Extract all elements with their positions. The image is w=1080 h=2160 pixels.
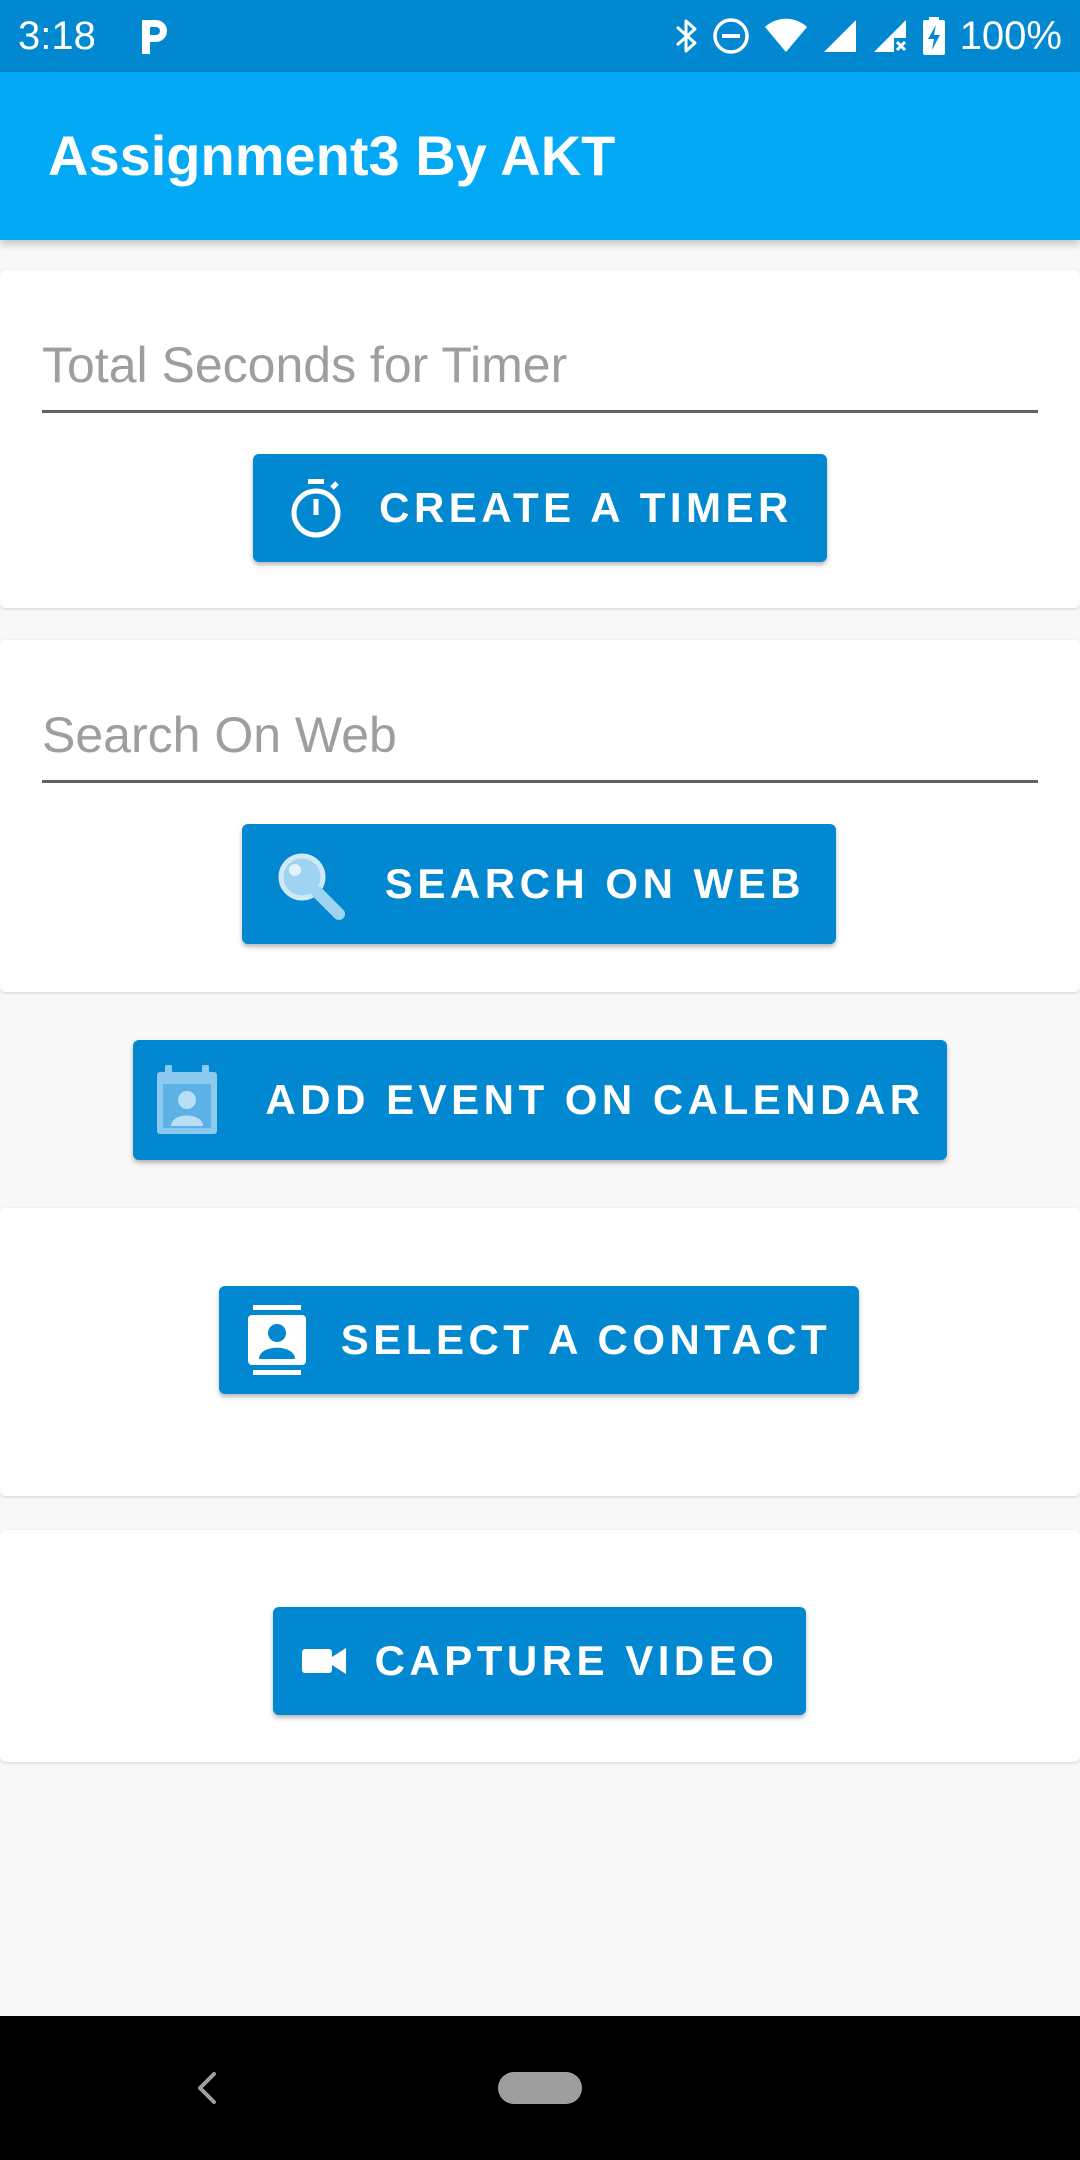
capture-video-label: CAPTURE VIDEO [374, 1637, 779, 1684]
home-button[interactable] [498, 2072, 582, 2104]
calendar-contact-icon [155, 1064, 219, 1136]
status-time: 3:18 [18, 14, 96, 58]
do-not-disturb-icon [712, 17, 750, 55]
capture-video-button[interactable]: CAPTURE VIDEO [273, 1607, 806, 1715]
signal-no-data-icon [872, 18, 908, 54]
app-title: Assignment3 By AKT [48, 124, 616, 187]
add-calendar-event-label: ADD EVENT ON CALENDAR [265, 1076, 925, 1123]
bluetooth-icon [674, 16, 698, 56]
search-web-button[interactable]: SEARCH ON WEB [242, 824, 836, 944]
select-contact-button[interactable]: SELECT A CONTACT [219, 1286, 859, 1394]
search-icon [273, 848, 345, 920]
create-timer-label: CREATE A TIMER [379, 484, 793, 531]
timer-seconds-input[interactable] [42, 320, 1038, 413]
select-contact-label: SELECT A CONTACT [340, 1316, 832, 1363]
stopwatch-icon [287, 477, 345, 539]
navigation-bar [0, 2016, 1080, 2160]
video-camera-icon [301, 1646, 347, 1676]
parking-icon [138, 16, 172, 56]
create-timer-button[interactable]: CREATE A TIMER [253, 454, 827, 562]
search-web-label: SEARCH ON WEB [384, 860, 806, 907]
back-icon[interactable] [190, 2068, 224, 2108]
wifi-icon [764, 18, 808, 54]
signal-icon [822, 18, 858, 54]
battery-charging-icon [922, 16, 946, 56]
add-calendar-event-button[interactable]: ADD EVENT ON CALENDAR [133, 1040, 947, 1160]
status-bar: 3:18 100% [0, 0, 1080, 72]
app-bar: Assignment3 By AKT [0, 72, 1080, 240]
battery-percent: 100% [959, 14, 1062, 58]
search-web-input[interactable] [42, 690, 1038, 783]
status-icons: 100% [674, 12, 1062, 60]
contact-card-icon [247, 1304, 307, 1376]
